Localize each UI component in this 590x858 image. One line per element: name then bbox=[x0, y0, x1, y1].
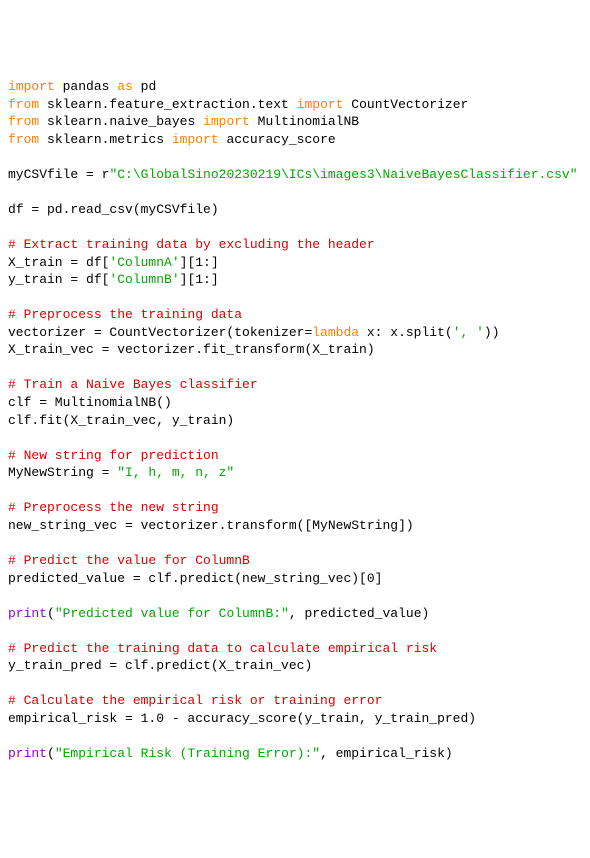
token: ][1:] bbox=[180, 272, 219, 287]
code-line: # Train a Naive Bayes classifier bbox=[8, 376, 582, 394]
token: lambda bbox=[312, 325, 359, 340]
token: predicted_value = clf.predict(new_string… bbox=[8, 571, 382, 586]
comment-text: # Extract training data by excluding the… bbox=[8, 237, 375, 252]
token: sklearn.naive_bayes bbox=[39, 114, 203, 129]
token: import bbox=[297, 97, 344, 112]
code-line bbox=[8, 219, 582, 237]
token: import bbox=[172, 132, 219, 147]
comment-text: # Preprocess the new string bbox=[8, 500, 219, 515]
token: 'ColumnA' bbox=[109, 255, 179, 270]
token: "Empirical Risk (Training Error):" bbox=[55, 746, 320, 761]
code-line: from sklearn.feature_extraction.text imp… bbox=[8, 96, 582, 114]
token: from bbox=[8, 97, 39, 112]
token: ( bbox=[47, 606, 55, 621]
token: clf = MultinomialNB() bbox=[8, 395, 172, 410]
token: "Predicted value for ColumnB:" bbox=[55, 606, 289, 621]
code-line bbox=[8, 622, 582, 640]
token: )) bbox=[484, 325, 500, 340]
code-line: MyNewString = "I, h, m, n, z" bbox=[8, 464, 582, 482]
token: sklearn.feature_extraction.text bbox=[39, 97, 296, 112]
code-line: X_train = df['ColumnA'][1:] bbox=[8, 254, 582, 272]
token: import bbox=[203, 114, 250, 129]
token: , empirical_risk) bbox=[320, 746, 453, 761]
token: sklearn.metrics bbox=[39, 132, 172, 147]
token: as bbox=[117, 79, 133, 94]
token: from bbox=[8, 132, 39, 147]
code-line bbox=[8, 675, 582, 693]
code-line: predicted_value = clf.predict(new_string… bbox=[8, 570, 582, 588]
code-line bbox=[8, 587, 582, 605]
code-line: # Predict the value for ColumnB bbox=[8, 552, 582, 570]
code-line: X_train_vec = vectorizer.fit_transform(X… bbox=[8, 341, 582, 359]
code-line: print("Predicted value for ColumnB:", pr… bbox=[8, 605, 582, 623]
code-line: from sklearn.naive_bayes import Multinom… bbox=[8, 113, 582, 131]
code-line: # Preprocess the new string bbox=[8, 499, 582, 517]
code-line: df = pd.read_csv(myCSVfile) bbox=[8, 201, 582, 219]
code-line bbox=[8, 429, 582, 447]
token: X_train_vec = vectorizer.fit_transform(X… bbox=[8, 342, 375, 357]
token: df = pd.read_csv(myCSVfile) bbox=[8, 202, 219, 217]
token: vectorizer = CountVectorizer(tokenizer= bbox=[8, 325, 312, 340]
token: "I, h, m, n, z" bbox=[117, 465, 234, 480]
token: X_train = df[ bbox=[8, 255, 109, 270]
comment-text: # Predict the training data to calculate… bbox=[8, 641, 437, 656]
token: from bbox=[8, 114, 39, 129]
token: import bbox=[8, 79, 55, 94]
code-line: y_train = df['ColumnB'][1:] bbox=[8, 271, 582, 289]
token: , predicted_value) bbox=[289, 606, 429, 621]
token: "C:\GlobalSino20230219\ICs\images3\Naive… bbox=[109, 167, 577, 182]
token: myCSVfile = bbox=[8, 167, 102, 182]
token: y_train_pred = clf.predict(X_train_vec) bbox=[8, 658, 312, 673]
code-line: # Preprocess the training data bbox=[8, 306, 582, 324]
code-line: vectorizer = CountVectorizer(tokenizer=l… bbox=[8, 324, 582, 342]
comment-text: # Calculate the empirical risk or traini… bbox=[8, 693, 382, 708]
comment-text: # Predict the value for ColumnB bbox=[8, 553, 250, 568]
code-line bbox=[8, 359, 582, 377]
token: ', ' bbox=[453, 325, 484, 340]
code-line: # Extract training data by excluding the… bbox=[8, 236, 582, 254]
code-line bbox=[8, 148, 582, 166]
code-line: # Calculate the empirical risk or traini… bbox=[8, 692, 582, 710]
token: accuracy_score bbox=[219, 132, 336, 147]
token: ][1:] bbox=[180, 255, 219, 270]
code-line bbox=[8, 727, 582, 745]
token: pandas bbox=[55, 79, 117, 94]
token: MultinomialNB bbox=[250, 114, 359, 129]
code-line: # Predict the training data to calculate… bbox=[8, 640, 582, 658]
token: print bbox=[8, 746, 47, 761]
token: new_string_vec = vectorizer.transform([M… bbox=[8, 518, 414, 533]
code-line: clf = MultinomialNB() bbox=[8, 394, 582, 412]
token: empirical_risk = 1.0 - accuracy_score(y_… bbox=[8, 711, 476, 726]
code-line: clf.fit(X_train_vec, y_train) bbox=[8, 412, 582, 430]
token: MyNewString = bbox=[8, 465, 117, 480]
token: x: x.split( bbox=[359, 325, 453, 340]
token: pd bbox=[133, 79, 156, 94]
code-line: new_string_vec = vectorizer.transform([M… bbox=[8, 517, 582, 535]
code-line: print("Empirical Risk (Training Error):"… bbox=[8, 745, 582, 763]
comment-text: # Preprocess the training data bbox=[8, 307, 242, 322]
token: y_train = df[ bbox=[8, 272, 109, 287]
code-line bbox=[8, 183, 582, 201]
code-line: import pandas as pd bbox=[8, 78, 582, 96]
token: clf.fit(X_train_vec, y_train) bbox=[8, 413, 234, 428]
code-line bbox=[8, 534, 582, 552]
code-line: # New string for prediction bbox=[8, 447, 582, 465]
code-line: empirical_risk = 1.0 - accuracy_score(y_… bbox=[8, 710, 582, 728]
token: CountVectorizer bbox=[343, 97, 468, 112]
token: print bbox=[8, 606, 47, 621]
comment-text: # Train a Naive Bayes classifier bbox=[8, 377, 258, 392]
code-line bbox=[8, 289, 582, 307]
code-line bbox=[8, 482, 582, 500]
token: 'ColumnB' bbox=[109, 272, 179, 287]
code-line: from sklearn.metrics import accuracy_sco… bbox=[8, 131, 582, 149]
token: ( bbox=[47, 746, 55, 761]
code-line: y_train_pred = clf.predict(X_train_vec) bbox=[8, 657, 582, 675]
code-block: import pandas as pdfrom sklearn.feature_… bbox=[8, 78, 582, 762]
comment-text: # New string for prediction bbox=[8, 448, 219, 463]
code-line: myCSVfile = r"C:\GlobalSino20230219\ICs\… bbox=[8, 166, 582, 184]
